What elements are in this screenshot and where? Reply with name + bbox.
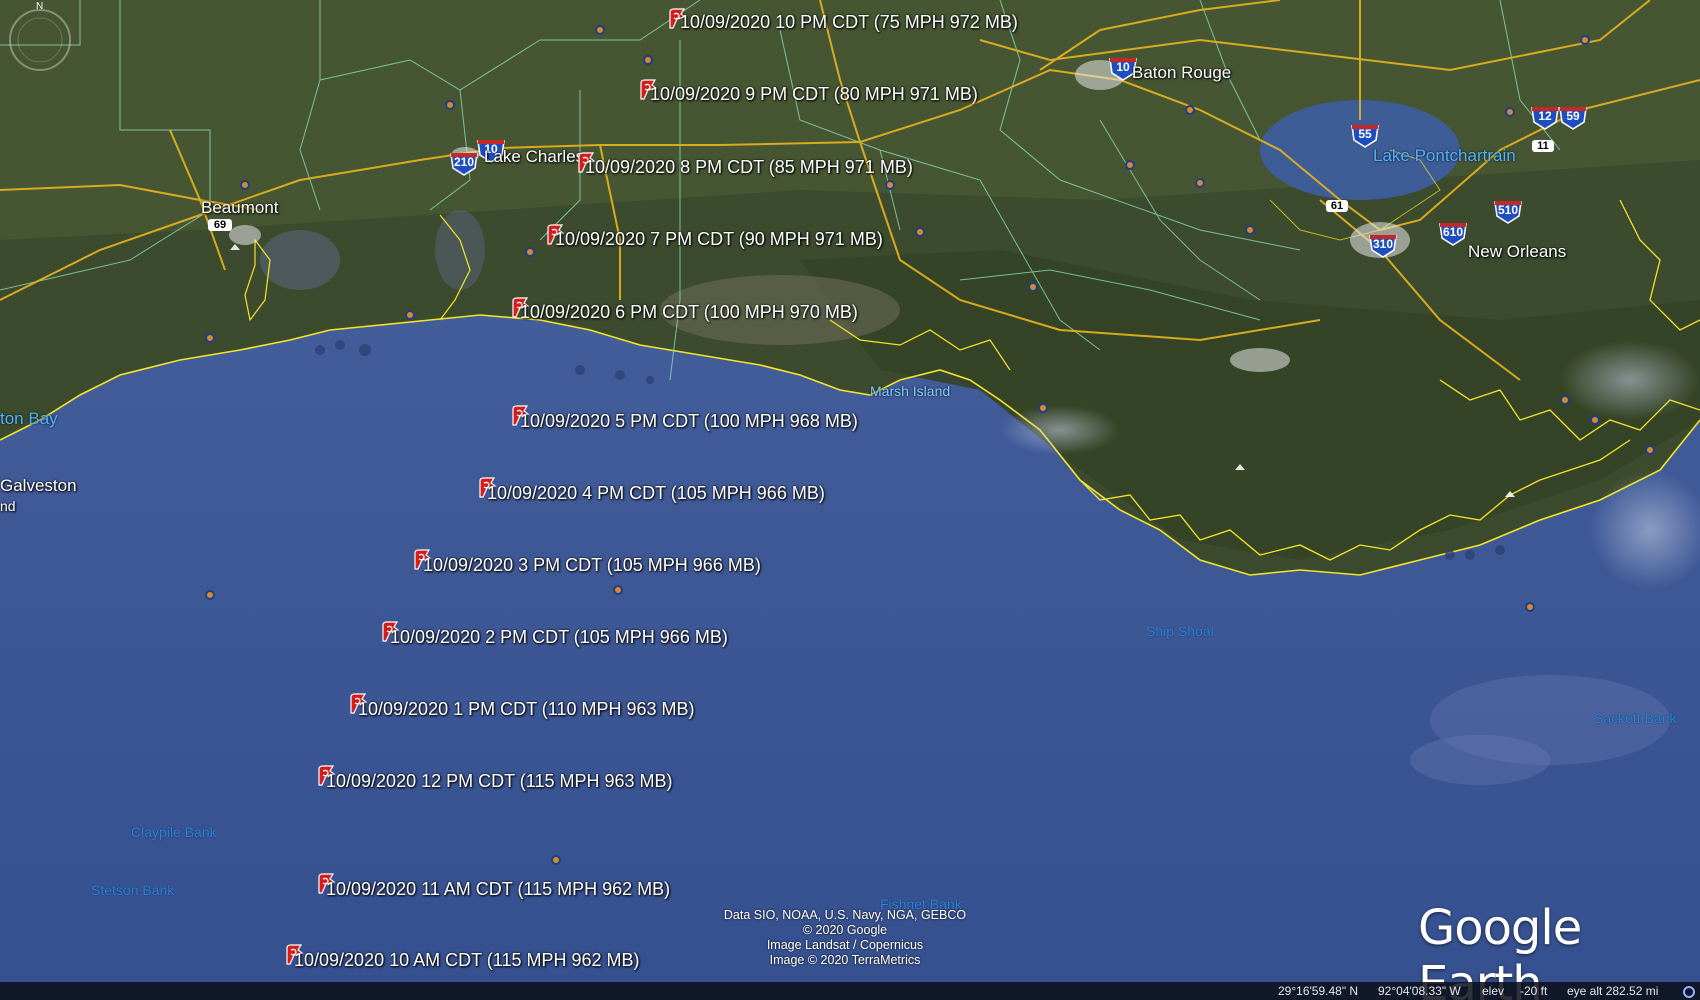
- interstate-shield: 59: [1558, 104, 1588, 130]
- track-label[interactable]: 10/09/2020 1 PM CDT (110 MPH 963 MB): [358, 699, 695, 720]
- track-label[interactable]: 10/09/2020 12 PM CDT (115 MPH 963 MB): [326, 771, 673, 792]
- interstate-shield: 55: [1350, 122, 1380, 148]
- credit-line: © 2020 Google: [802, 923, 888, 937]
- track-label[interactable]: 10/09/2020 10 PM CDT (75 MPH 972 MB): [680, 12, 1018, 33]
- track-label[interactable]: 10/09/2020 5 PM CDT (100 MPH 968 MB): [520, 411, 858, 432]
- place-label-baton-rouge[interactable]: Baton Rouge: [1132, 63, 1231, 83]
- interstate-shield: 210: [449, 150, 479, 176]
- us-route-shield: 61: [1326, 195, 1348, 221]
- streaming-icon: [1683, 986, 1695, 998]
- interstate-shield: 310: [1368, 232, 1398, 258]
- shield-number: 61: [1326, 200, 1348, 212]
- track-label[interactable]: 10/09/2020 7 PM CDT (90 MPH 971 MB): [555, 229, 883, 250]
- status-eye-altitude: eye alt 282.52 mi: [1567, 984, 1659, 998]
- track-label[interactable]: 10/09/2020 10 AM CDT (115 MPH 962 MB): [294, 950, 640, 971]
- track-label[interactable]: 10/09/2020 9 PM CDT (80 MPH 971 MB): [650, 84, 978, 105]
- compass-icon[interactable]: N: [0, 0, 75, 75]
- map-view[interactable]: N 210 10 69 10 55 12 59 11 61 310 610 51…: [0, 0, 1700, 1000]
- interstate-shield: 610: [1438, 220, 1468, 246]
- place-label-galveston-bay[interactable]: ton Bay: [0, 409, 58, 429]
- track-label[interactable]: 10/09/2020 4 PM CDT (105 MPH 966 MB): [487, 483, 825, 504]
- shield-number: 59: [1566, 109, 1580, 123]
- place-label-partial: nd: [0, 498, 16, 514]
- us-route-shield: 11: [1532, 135, 1554, 161]
- shield-number: 210: [453, 155, 475, 169]
- place-label-lake-pontchartrain[interactable]: Lake Pontchartrain: [1373, 146, 1516, 166]
- place-label-beaumont[interactable]: Beaumont: [201, 198, 279, 218]
- imagery-credits: Data SIO, NOAA, U.S. Navy, NGA, GEBCO © …: [700, 908, 990, 968]
- status-latitude: 29°16'59.48" N: [1278, 984, 1359, 998]
- credit-line: Image © 2020 TerraMetrics: [769, 953, 921, 967]
- shield-number: 55: [1358, 127, 1372, 141]
- shield-number: 310: [1372, 237, 1394, 251]
- status-longitude: 92°04'08.33" W: [1378, 984, 1461, 998]
- track-label[interactable]: 10/09/2020 3 PM CDT (105 MPH 966 MB): [423, 555, 761, 576]
- place-label-claypile-bank[interactable]: Claypile Bank: [131, 824, 217, 840]
- interstate-shield: 12: [1530, 104, 1560, 130]
- track-label[interactable]: 10/09/2020 8 PM CDT (85 MPH 971 MB): [585, 157, 913, 178]
- place-label-stetson-bank[interactable]: Stetson Bank: [91, 882, 174, 898]
- shield-number: 69: [208, 219, 232, 231]
- place-label-lake-charles[interactable]: Lake Charles: [484, 147, 584, 167]
- shield-number: 610: [1442, 225, 1464, 239]
- shield-number: 510: [1497, 203, 1519, 217]
- track-label[interactable]: 10/09/2020 11 AM CDT (115 MPH 962 MB): [326, 879, 670, 900]
- track-label[interactable]: 10/09/2020 2 PM CDT (105 MPH 966 MB): [390, 627, 728, 648]
- shield-number: 11: [1532, 140, 1554, 152]
- status-elevation: -20 ft: [1520, 984, 1548, 998]
- place-label-ship-shoal[interactable]: Ship Shoal: [1146, 623, 1214, 639]
- credit-line: Image Landsat / Copernicus: [766, 938, 924, 952]
- place-label-galveston[interactable]: Galveston: [0, 476, 77, 496]
- status-elev-label: elev: [1482, 984, 1505, 998]
- place-label-marsh-island[interactable]: Marsh Island: [870, 383, 950, 399]
- place-label-sackett-bank[interactable]: Sackett Bank: [1594, 710, 1677, 726]
- shield-number: 12: [1538, 109, 1552, 123]
- interstate-shield: 510: [1493, 198, 1523, 224]
- credit-line: Data SIO, NOAA, U.S. Navy, NGA, GEBCO: [723, 908, 967, 922]
- place-label-new-orleans[interactable]: New Orleans: [1468, 242, 1566, 262]
- compass-north-label: N: [36, 1, 43, 12]
- track-label[interactable]: 10/09/2020 6 PM CDT (100 MPH 970 MB): [520, 302, 858, 323]
